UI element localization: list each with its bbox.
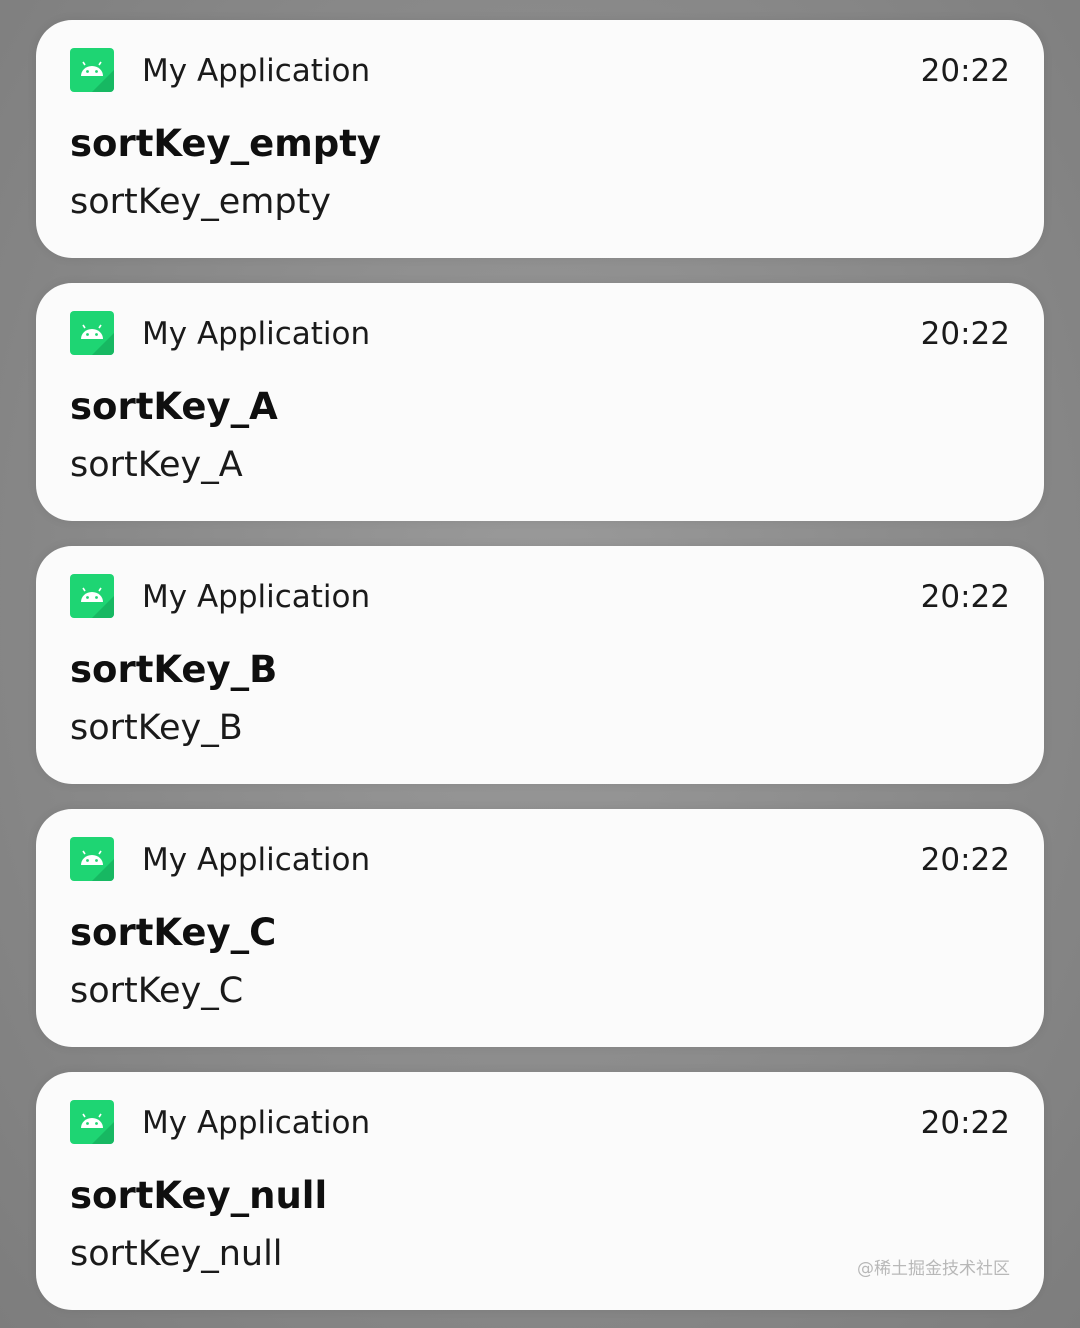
notification-title: sortKey_A bbox=[70, 385, 278, 428]
notification-card[interactable]: My Application 20:22 sortKey_C sortKey_C bbox=[36, 809, 1044, 1047]
notification-time: 20:22 bbox=[920, 579, 1010, 615]
android-app-icon bbox=[70, 48, 114, 92]
android-app-icon bbox=[70, 837, 114, 881]
notification-title: sortKey_C bbox=[70, 911, 277, 954]
notification-text: sortKey_B bbox=[70, 708, 243, 748]
android-app-icon bbox=[70, 574, 114, 618]
notification-header: My Application 20:22 bbox=[70, 1100, 1010, 1144]
notification-title: sortKey_empty bbox=[70, 122, 382, 165]
notification-title: sortKey_B bbox=[70, 648, 278, 691]
notification-time: 20:22 bbox=[920, 842, 1010, 878]
notification-time: 20:22 bbox=[920, 53, 1010, 89]
notification-time: 20:22 bbox=[920, 316, 1010, 352]
app-name: My Application bbox=[142, 842, 371, 878]
notification-header: My Application 20:22 bbox=[70, 311, 1010, 355]
app-name: My Application bbox=[142, 316, 371, 352]
notification-header: My Application 20:22 bbox=[70, 837, 1010, 881]
notification-time: 20:22 bbox=[920, 1105, 1010, 1141]
notification-card[interactable]: My Application 20:22 sortKey_empty sortK… bbox=[36, 20, 1044, 258]
notification-header: My Application 20:22 bbox=[70, 48, 1010, 92]
notification-header: My Application 20:22 bbox=[70, 574, 1010, 618]
notification-card[interactable]: My Application 20:22 sortKey_B sortKey_B bbox=[36, 546, 1044, 784]
notification-text: sortKey_null bbox=[70, 1234, 283, 1274]
notification-title: sortKey_null bbox=[70, 1174, 328, 1217]
notification-text: sortKey_empty bbox=[70, 182, 331, 222]
watermark: @稀土掘金技术社区 bbox=[857, 1259, 1010, 1279]
app-name: My Application bbox=[142, 53, 371, 89]
app-name: My Application bbox=[142, 579, 371, 615]
notification-text: sortKey_A bbox=[70, 445, 243, 485]
notification-text: sortKey_C bbox=[70, 971, 244, 1011]
app-name: My Application bbox=[142, 1105, 371, 1141]
notification-card[interactable]: My Application 20:22 sortKey_null sortKe… bbox=[36, 1072, 1044, 1310]
android-app-icon bbox=[70, 1100, 114, 1144]
android-app-icon bbox=[70, 311, 114, 355]
notification-card[interactable]: My Application 20:22 sortKey_A sortKey_A bbox=[36, 283, 1044, 521]
